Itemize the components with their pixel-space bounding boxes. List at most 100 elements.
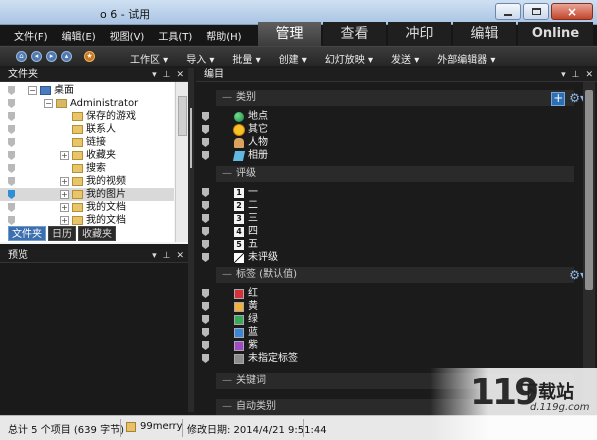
folder-tree-row[interactable]: 链接	[0, 136, 174, 149]
catalog-item[interactable]: 其它	[202, 123, 562, 136]
expand-icon[interactable]: +	[60, 151, 69, 160]
folder-tree-row[interactable]: + 我的图片	[0, 188, 174, 201]
pin-icon[interactable]	[8, 151, 15, 160]
toolbar-external-editor[interactable]: 外部编辑器 ▾	[437, 51, 495, 66]
splitter-grip[interactable]	[190, 108, 192, 168]
scrollbar-thumb[interactable]	[585, 90, 593, 290]
pin-icon[interactable]	[202, 138, 209, 147]
pin-icon[interactable]	[202, 201, 209, 210]
panel-menu-icon[interactable]: ▾	[152, 68, 157, 82]
pin-icon[interactable]	[202, 253, 209, 262]
close-icon[interactable]: ✕	[585, 68, 593, 82]
mode-tab-manage[interactable]: 管理	[258, 22, 321, 46]
close-button[interactable]: ×	[551, 3, 593, 20]
catalog-item[interactable]: 未评级	[202, 251, 562, 264]
catalog-item[interactable]: 黄	[202, 300, 562, 313]
pin-icon[interactable]	[202, 112, 209, 121]
menu-view[interactable]: 视图(V)	[110, 28, 145, 43]
pin-icon[interactable]	[202, 125, 209, 134]
pin-icon[interactable]	[8, 216, 15, 225]
forward-icon[interactable]: ▸	[46, 51, 57, 62]
pin-icon[interactable]	[202, 289, 209, 298]
pin-icon[interactable]	[8, 86, 15, 95]
pin-icon[interactable]	[8, 112, 15, 121]
toolbar-send[interactable]: 发送 ▾	[391, 51, 419, 66]
expand-icon[interactable]: +	[60, 216, 69, 225]
toolbar-batch[interactable]: 批量 ▾	[232, 51, 260, 66]
pin-icon[interactable]: ⊥	[163, 68, 171, 82]
collapse-icon[interactable]: —	[222, 168, 232, 179]
pin-icon[interactable]	[202, 227, 209, 236]
catalog-item[interactable]: 相册	[202, 149, 562, 162]
mode-tab-print[interactable]: 冲印	[388, 22, 451, 46]
pin-icon[interactable]	[202, 341, 209, 350]
catalog-item[interactable]: 地点	[202, 110, 562, 123]
mode-tab-online[interactable]: Online	[518, 22, 593, 46]
catalog-item[interactable]: 绿	[202, 313, 562, 326]
catalog-section-header[interactable]: — 类别 + ⚙▾	[216, 90, 586, 106]
catalog-item[interactable]: 5五	[202, 238, 562, 251]
scrollbar-thumb[interactable]	[178, 96, 187, 136]
folder-tree-row[interactable]: + 我的视频	[0, 175, 174, 188]
collapse-icon[interactable]: —	[222, 375, 232, 386]
catalog-item[interactable]: 紫	[202, 339, 562, 352]
pin-icon[interactable]	[8, 190, 15, 199]
folder-tree-row[interactable]: + 收藏夹	[0, 149, 174, 162]
close-icon[interactable]: ✕	[176, 68, 184, 82]
toolbar-create[interactable]: 创建 ▾	[279, 51, 307, 66]
pin-icon[interactable]	[8, 164, 15, 173]
catalog-item[interactable]: 未指定标签	[202, 352, 562, 365]
collapse-icon[interactable]: −	[44, 99, 53, 108]
menu-file[interactable]: 文件(F)	[14, 28, 48, 43]
catalog-item[interactable]: 3三	[202, 212, 562, 225]
collapse-icon[interactable]: −	[28, 86, 37, 95]
pin-icon[interactable]	[202, 328, 209, 337]
back-icon[interactable]: ◂	[31, 51, 42, 62]
mode-tab-view[interactable]: 查看	[323, 22, 386, 46]
folder-tree-row[interactable]: 保存的游戏	[0, 110, 174, 123]
pin-icon[interactable]: ⊥	[572, 68, 580, 82]
expand-icon[interactable]: +	[60, 177, 69, 186]
collapse-icon[interactable]: —	[222, 401, 232, 412]
panel-splitter[interactable]	[188, 68, 194, 412]
folder-tree-row[interactable]: − 桌面	[0, 84, 174, 97]
collapse-icon[interactable]: —	[222, 269, 232, 280]
pin-icon[interactable]	[202, 188, 209, 197]
catalog-item[interactable]: 4四	[202, 225, 562, 238]
catalog-item[interactable]: 2二	[202, 199, 562, 212]
expand-icon[interactable]: +	[60, 203, 69, 212]
tab-favorites[interactable]: 收藏夹	[78, 226, 116, 241]
pin-icon[interactable]	[8, 99, 15, 108]
favorite-icon[interactable]: ★	[84, 51, 95, 62]
tab-calendar[interactable]: 日历	[48, 226, 76, 241]
pin-icon[interactable]	[202, 240, 209, 249]
folder-tree-row[interactable]: + 我的文档	[0, 201, 174, 214]
minimize-button[interactable]	[495, 3, 521, 20]
catalog-item[interactable]: 人物	[202, 136, 562, 149]
pin-icon[interactable]	[202, 302, 209, 311]
catalog-section-header[interactable]: — 评级	[216, 166, 574, 182]
pin-icon[interactable]	[202, 214, 209, 223]
panel-menu-icon[interactable]: ▾	[152, 249, 157, 263]
folder-tree-row[interactable]: 搜索	[0, 162, 174, 175]
pin-icon[interactable]	[8, 177, 15, 186]
pin-icon[interactable]	[8, 138, 15, 147]
add-category-button[interactable]: +	[551, 91, 566, 106]
catalog-scrollbar[interactable]	[583, 82, 595, 412]
home-icon[interactable]: ⌂	[16, 51, 27, 62]
pin-icon[interactable]	[202, 315, 209, 324]
folder-tree-row[interactable]: 联系人	[0, 123, 174, 136]
catalog-item[interactable]: 1一	[202, 186, 562, 199]
panel-menu-icon[interactable]: ▾	[561, 68, 566, 82]
toolbar-import[interactable]: 导入 ▾	[186, 51, 214, 66]
mode-tab-edit[interactable]: 编辑	[453, 22, 516, 46]
menu-help[interactable]: 帮助(H)	[206, 28, 241, 43]
collapse-icon[interactable]: —	[222, 92, 232, 103]
expand-icon[interactable]: +	[60, 190, 69, 199]
pin-icon[interactable]	[202, 151, 209, 160]
maximize-button[interactable]	[523, 3, 549, 20]
pin-icon[interactable]	[8, 203, 15, 212]
pin-icon[interactable]	[202, 354, 209, 363]
up-icon[interactable]: ▴	[61, 51, 72, 62]
close-icon[interactable]: ✕	[176, 249, 184, 263]
